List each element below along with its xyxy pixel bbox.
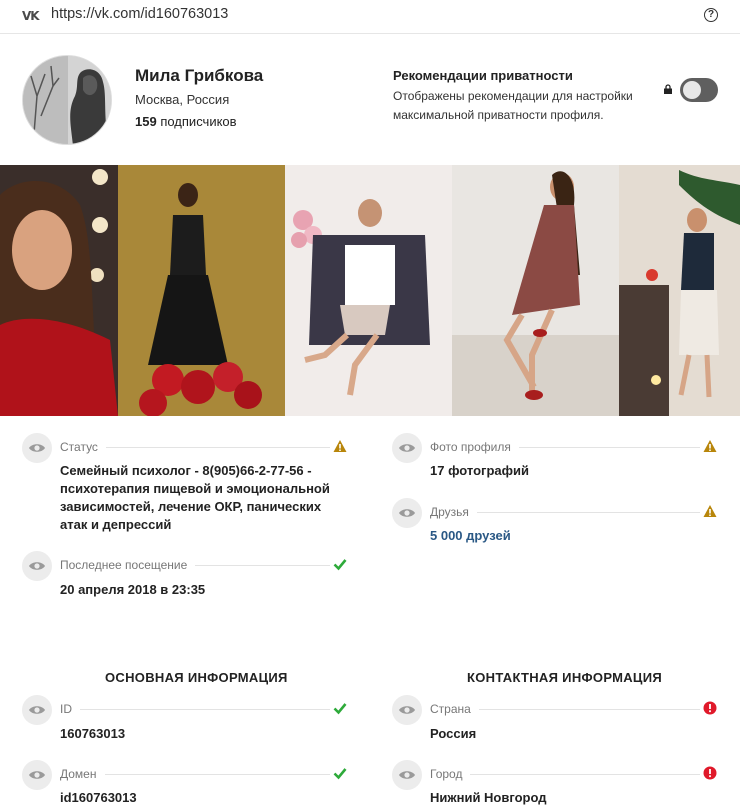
eye-icon[interactable] bbox=[392, 498, 422, 528]
id-value: 160763013 bbox=[60, 726, 126, 741]
field-last-seen: Последнее посещение 20 апреля 2018 в 23:… bbox=[22, 551, 348, 601]
friends-link[interactable]: 5 000 друзей bbox=[430, 527, 511, 545]
url-text[interactable]: https://vk.com/id160763013 bbox=[51, 6, 228, 22]
photo-strip bbox=[0, 165, 740, 416]
eye-icon[interactable] bbox=[392, 433, 422, 463]
privacy-title: Рекомендации приватности bbox=[393, 68, 573, 83]
city-value: Нижний Новгород bbox=[430, 790, 547, 805]
last-seen-value: 20 апреля 2018 в 23:35 bbox=[60, 582, 206, 597]
last-seen-label: Последнее посещение bbox=[60, 558, 196, 572]
id-label: ID bbox=[60, 702, 80, 716]
warning-icon bbox=[703, 505, 717, 517]
profile-photo-4[interactable] bbox=[452, 165, 619, 416]
field-country: Страна Россия bbox=[392, 695, 718, 745]
warning-icon bbox=[333, 440, 347, 452]
domain-label: Домен bbox=[60, 767, 105, 781]
check-icon bbox=[333, 768, 347, 780]
friends-label: Друзья bbox=[430, 505, 477, 519]
toggle-knob bbox=[683, 81, 701, 99]
city-label: Город bbox=[430, 767, 471, 781]
subscribers-count: 159 подписчиков bbox=[135, 114, 237, 129]
section-contact-info: КОНТАКТНАЯ ИНФОРМАЦИЯ bbox=[467, 670, 663, 685]
check-icon bbox=[333, 559, 347, 571]
eye-icon[interactable] bbox=[392, 695, 422, 725]
eye-icon[interactable] bbox=[22, 433, 52, 463]
vk-logo-icon: VK bbox=[22, 9, 40, 23]
profile-location: Москва, Россия bbox=[135, 92, 230, 107]
profile-photo-2[interactable] bbox=[118, 165, 285, 416]
privacy-toggle[interactable] bbox=[680, 78, 718, 102]
field-id: ID 160763013 bbox=[22, 695, 348, 745]
address-bar: VK https://vk.com/id160763013 ? bbox=[0, 0, 740, 34]
country-label: Страна bbox=[430, 702, 479, 716]
profile-photo-3[interactable] bbox=[285, 165, 452, 416]
status-value: Семейный психолог - 8(905)66-2-77-56 - п… bbox=[60, 463, 330, 532]
eye-icon[interactable] bbox=[392, 760, 422, 790]
field-profile-photo: Фото профиля 17 фотографий bbox=[392, 433, 718, 483]
error-icon bbox=[703, 701, 717, 715]
question-circle-icon[interactable]: ? bbox=[704, 8, 718, 22]
field-friends: Друзья 5 000 друзей bbox=[392, 498, 718, 548]
field-domain: Домен id160763013 bbox=[22, 760, 348, 808]
profile-photo-1[interactable] bbox=[0, 165, 118, 416]
check-icon bbox=[333, 703, 347, 715]
profile-photo-value[interactable]: 17 фотографий bbox=[430, 462, 529, 480]
warning-icon bbox=[703, 440, 717, 452]
profile-name: Мила Грибкова bbox=[135, 66, 264, 85]
error-icon bbox=[703, 766, 717, 780]
eye-icon[interactable] bbox=[22, 695, 52, 725]
country-value: Россия bbox=[430, 726, 477, 741]
profile-photo-5[interactable] bbox=[619, 165, 740, 416]
lock-icon bbox=[664, 84, 672, 94]
eye-icon[interactable] bbox=[22, 551, 52, 581]
field-status: Статус Семейный психолог - 8(905)66-2-77… bbox=[22, 433, 348, 543]
divider bbox=[60, 709, 330, 710]
status-label: Статус bbox=[60, 440, 106, 454]
divider bbox=[430, 774, 700, 775]
privacy-description: Отображены рекомендации для настройки ма… bbox=[393, 89, 633, 122]
section-basic-info: ОСНОВНАЯ ИНФОРМАЦИЯ bbox=[105, 670, 288, 685]
domain-value: id160763013 bbox=[60, 790, 137, 805]
avatar[interactable] bbox=[22, 55, 112, 145]
field-city: Город Нижний Новгород bbox=[392, 760, 718, 808]
profile-photo-label: Фото профиля bbox=[430, 440, 519, 454]
eye-icon[interactable] bbox=[22, 760, 52, 790]
